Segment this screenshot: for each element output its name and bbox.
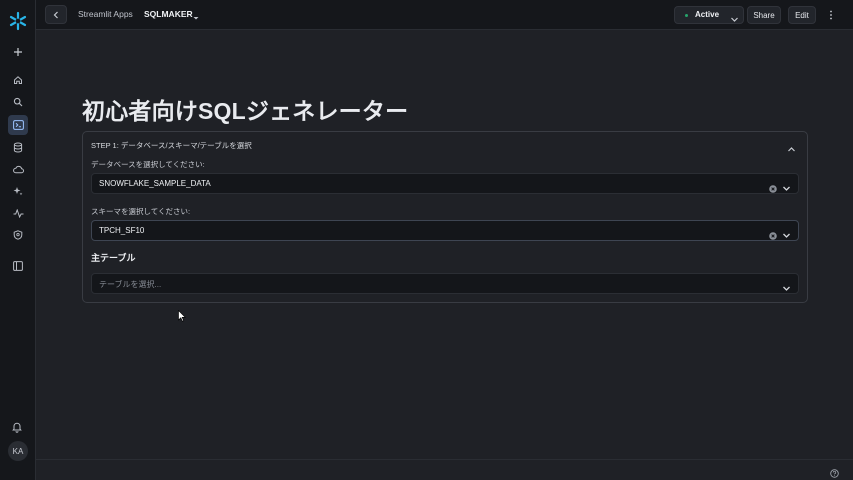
page-title: 初心者向けSQLジェネレーター <box>82 98 409 124</box>
user-initials: KA <box>12 446 24 456</box>
table-select-placeholder: テーブルを選択... <box>99 280 162 289</box>
database-label: データベースを選択してください: <box>91 160 205 169</box>
top-bar: Streamlit Apps SQLMAKER Active Share Edi… <box>36 0 853 30</box>
database-select-value: SNOWFLAKE_SAMPLE_DATA <box>99 179 211 188</box>
help-icon[interactable] <box>830 465 839 478</box>
chevron-up-icon[interactable] <box>787 140 797 152</box>
back-button[interactable] <box>45 5 67 24</box>
activity-monitoring-icon[interactable] <box>8 203 28 223</box>
database-select[interactable]: SNOWFLAKE_SAMPLE_DATA <box>91 173 799 194</box>
breadcrumb-streamlit-apps[interactable]: Streamlit Apps <box>78 9 133 19</box>
schema-label: スキーマを選択してください: <box>91 207 191 216</box>
collapse-sidebar-icon[interactable] <box>8 256 28 276</box>
cloud-icon[interactable] <box>8 159 28 179</box>
mouse-cursor-icon <box>178 309 186 322</box>
caret-down-icon[interactable] <box>192 9 200 20</box>
step1-expander: STEP 1: データベース/スキーマ/テーブルを選択 データベースを選択してく… <box>82 131 808 303</box>
home-icon[interactable] <box>8 70 28 90</box>
status-dropdown[interactable]: Active <box>674 6 744 24</box>
bottom-divider <box>36 459 853 460</box>
data-database-icon[interactable] <box>8 137 28 157</box>
chevron-down-icon <box>730 11 740 22</box>
left-nav-rail: KA <box>0 0 36 480</box>
chevron-down-icon[interactable] <box>782 180 791 191</box>
ai-sparkle-icon[interactable] <box>8 181 28 201</box>
app-name-breadcrumb[interactable]: SQLMAKER <box>144 9 193 19</box>
table-select[interactable]: テーブルを選択... <box>91 273 799 294</box>
edit-button[interactable]: Edit <box>788 6 816 24</box>
chevron-down-icon[interactable] <box>782 280 791 291</box>
schema-select-value: TPCH_SF10 <box>99 226 145 235</box>
schema-select[interactable]: TPCH_SF10 <box>91 220 799 241</box>
step1-header[interactable]: STEP 1: データベース/スキーマ/テーブルを選択 <box>91 140 252 151</box>
more-options-icon[interactable] <box>824 6 838 24</box>
projects-code-icon[interactable] <box>8 115 28 135</box>
status-label: Active <box>695 10 720 19</box>
clear-selection-icon[interactable] <box>769 227 777 240</box>
share-button[interactable]: Share <box>747 6 781 24</box>
user-avatar[interactable]: KA <box>8 441 28 461</box>
clear-selection-icon[interactable] <box>769 180 777 193</box>
create-plus-icon[interactable] <box>8 42 28 62</box>
chevron-left-icon <box>53 11 58 18</box>
snowflake-logo-icon[interactable] <box>7 10 29 32</box>
main-table-heading: 主テーブル <box>91 253 136 263</box>
notifications-bell-icon[interactable] <box>11 420 23 433</box>
chevron-down-icon[interactable] <box>782 227 791 238</box>
status-indicator-dot <box>685 14 688 17</box>
search-icon[interactable] <box>8 92 28 112</box>
governance-shield-icon[interactable] <box>8 225 28 245</box>
